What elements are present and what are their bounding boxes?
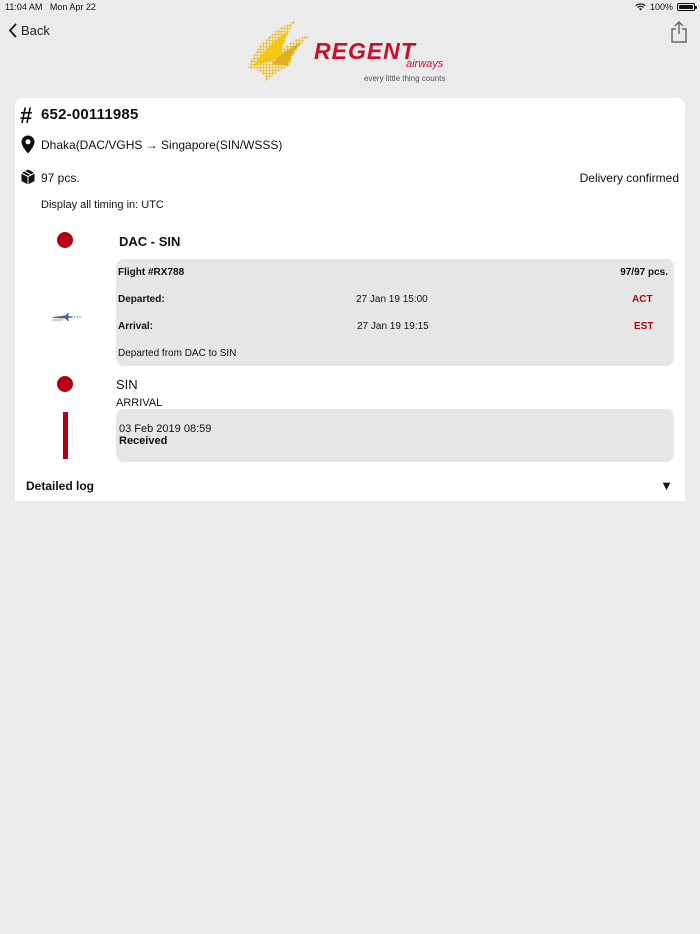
logo-tagline: every little thing counts xyxy=(364,74,446,83)
flight-note: Departed from DAC to SIN xyxy=(118,348,237,359)
airplane-icon xyxy=(52,313,81,321)
delivery-status: Delivery confirmed xyxy=(579,171,679,185)
wifi-icon xyxy=(635,3,646,11)
flight-number: Flight #RX788 xyxy=(118,267,185,278)
share-icon[interactable] xyxy=(670,21,688,43)
flight-pieces: 97/97 pcs. xyxy=(620,267,668,278)
battery-percent: 100% xyxy=(649,2,673,12)
status-bar: 11:04 AM Mon Apr 22 100% xyxy=(0,0,700,14)
departed-label: Departed: xyxy=(118,294,165,305)
segment-title: DAC - SIN xyxy=(119,234,181,249)
timeline-bar xyxy=(63,412,68,459)
pieces-count: 97 pcs. xyxy=(41,171,80,185)
detailed-log-label: Detailed log xyxy=(26,479,95,493)
timing-note: Display all timing in: UTC xyxy=(41,199,164,211)
location-pin-icon xyxy=(21,135,35,154)
origin-dot-icon xyxy=(57,232,73,248)
destination-code: SIN xyxy=(116,377,138,392)
logo-sub: airways xyxy=(406,58,444,70)
destination-type: ARRIVAL xyxy=(116,397,163,409)
departed-time: 27 Jan 19 15:00 xyxy=(356,294,428,305)
back-label: Back xyxy=(21,23,50,38)
hash-icon: # xyxy=(20,103,33,128)
detailed-log-toggle[interactable]: Detailed log ▼ xyxy=(15,470,685,498)
departed-status-badge: ACT xyxy=(632,294,653,305)
route-text: Dhaka(DAC/VGHS → Singapore(SIN/WSSS) xyxy=(41,138,283,152)
arrival-time: 27 Jan 19 19:15 xyxy=(357,321,429,332)
event-panel[interactable]: 03 Feb 2019 08:59 Received xyxy=(116,409,674,462)
destination-dot-icon xyxy=(57,376,73,392)
bird-emblem-icon xyxy=(248,20,310,82)
logo-brand: REGENT xyxy=(314,38,416,64)
expand-arrow-icon: ▼ xyxy=(660,478,673,493)
event-status: Received xyxy=(119,435,168,447)
arrival-status-badge: EST xyxy=(634,321,654,332)
event-date: 03 Feb 2019 08:59 xyxy=(119,423,212,435)
nav-bar: Back REGENT airways every little thing c… xyxy=(0,14,700,90)
chevron-left-icon xyxy=(9,23,17,38)
package-icon xyxy=(21,169,35,185)
regent-logo: REGENT airways every little thing counts xyxy=(244,18,464,84)
battery-icon xyxy=(677,3,697,11)
shipment-card: # 652-00111985 Dhaka(DAC/VGHS → Singapor… xyxy=(15,98,685,501)
status-time: 11:04 AM Mon Apr 22 xyxy=(5,2,96,12)
arrival-label: Arrival: xyxy=(118,321,154,332)
awb-number: 652-00111985 xyxy=(41,106,139,123)
status-right: 100% xyxy=(635,2,697,12)
flight-details-panel[interactable]: Flight #RX788 97/97 pcs. Departed: 27 Ja… xyxy=(116,259,674,366)
back-button[interactable]: Back xyxy=(8,23,50,38)
